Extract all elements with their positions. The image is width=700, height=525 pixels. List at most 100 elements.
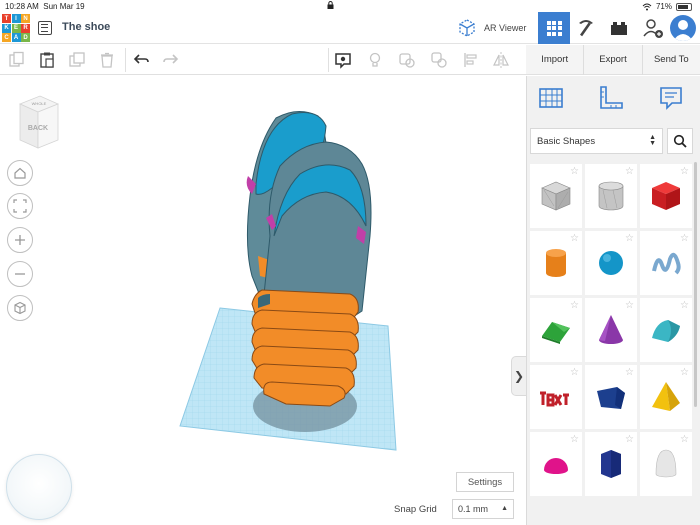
round-roof-icon [652, 320, 680, 342]
align-icon [464, 53, 477, 67]
status-time-date: 10:28 AM Sun Mar 19 [5, 2, 85, 11]
undo-button[interactable] [132, 51, 150, 69]
perspective-button[interactable] [7, 295, 33, 321]
settings-button[interactable]: Settings [456, 472, 514, 492]
shape-sphere[interactable]: ☆ [585, 231, 637, 295]
panel-toggle-button[interactable]: ❯ [511, 356, 526, 396]
shape-grid: ☆ ☆ ☆ ☆ ☆ ☆ ☆ ☆ ☆ ☆ ☆ ☆ ☆ ☆ ☆ [530, 164, 693, 496]
text-shape-icon [540, 391, 569, 407]
favorite-star-icon[interactable]: ☆ [625, 300, 634, 311]
ungroup-button[interactable] [430, 51, 448, 69]
ruler-icon[interactable] [597, 84, 625, 112]
plus-icon [15, 235, 25, 245]
favorite-star-icon[interactable]: ☆ [570, 233, 579, 244]
duplicate-icon [69, 52, 85, 67]
favorite-star-icon[interactable]: ☆ [570, 300, 579, 311]
design-menu-icon[interactable] [38, 21, 52, 35]
bricks-icon[interactable] [606, 16, 632, 40]
workplane-canvas[interactable]: WHOLE BACK Settings Snap Grid 0.1 mm ▲ ❯ [0, 76, 526, 525]
user-icon [673, 20, 693, 41]
search-icon [673, 134, 687, 148]
redo-button[interactable] [162, 51, 180, 69]
favorite-star-icon[interactable]: ☆ [680, 300, 689, 311]
notes-panel-icon[interactable] [657, 84, 685, 112]
favorite-star-icon[interactable]: ☆ [680, 166, 689, 177]
viewcube-top-label: WHOLE [32, 101, 47, 106]
pickaxe-icon[interactable] [574, 16, 598, 40]
shape-category-select[interactable]: Basic Shapes ▲ ▼ [530, 128, 663, 154]
shape-wedge[interactable]: ☆ [585, 365, 637, 429]
design-title[interactable]: The shoe [62, 21, 110, 33]
view-cube[interactable]: WHOLE BACK [16, 94, 62, 150]
paste-icon [40, 52, 54, 68]
fit-view-button[interactable] [7, 193, 33, 219]
shape-polygon[interactable]: ☆ [585, 432, 637, 496]
roof-icon [542, 322, 570, 344]
shape-category-value: Basic Shapes [537, 135, 596, 147]
shape-box[interactable]: ☆ [640, 164, 692, 228]
favorite-star-icon[interactable]: ☆ [625, 233, 634, 244]
toolbar-divider [328, 48, 329, 72]
zoom-out-button[interactable] [7, 261, 33, 287]
half-sphere-icon [544, 458, 568, 474]
favorite-star-icon[interactable]: ☆ [625, 166, 634, 177]
zoom-in-button[interactable] [7, 227, 33, 253]
favorite-star-icon[interactable]: ☆ [570, 367, 579, 378]
trash-icon [101, 52, 113, 68]
favorite-star-icon[interactable]: ☆ [625, 434, 634, 445]
group-icon [399, 53, 415, 68]
favorite-star-icon[interactable]: ☆ [680, 367, 689, 378]
status-right: 71% [642, 2, 692, 11]
shape-pyramid[interactable]: ☆ [640, 365, 692, 429]
fit-icon [13, 199, 27, 213]
light-button[interactable] [366, 51, 384, 69]
undo-icon [133, 54, 149, 64]
delete-button[interactable] [98, 51, 116, 69]
shape-half-sphere[interactable]: ☆ [530, 432, 582, 496]
favorite-star-icon[interactable]: ☆ [680, 434, 689, 445]
favorite-star-icon[interactable]: ☆ [570, 434, 579, 445]
shape-text[interactable]: ☆ [530, 365, 582, 429]
shape-round-roof[interactable]: ☆ [640, 298, 692, 362]
export-button[interactable]: Export [583, 44, 641, 75]
shape-search-button[interactable] [667, 128, 693, 154]
shape-cone[interactable]: ☆ [585, 298, 637, 362]
user-avatar[interactable] [670, 15, 696, 41]
notes-button[interactable] [334, 51, 352, 69]
snap-grid-label: Snap Grid [394, 504, 437, 515]
workplane-icon[interactable] [537, 84, 565, 112]
shape-roof[interactable]: ☆ [530, 298, 582, 362]
3d-design-view-button[interactable] [538, 12, 570, 44]
action-bar: Import Export Send To [526, 44, 700, 75]
favorite-star-icon[interactable]: ☆ [570, 166, 579, 177]
paste-button[interactable] [38, 51, 56, 69]
send-to-button[interactable]: Send To [641, 44, 700, 75]
shape-box-hole[interactable]: ☆ [530, 164, 582, 228]
panel-scrollbar[interactable] [694, 162, 697, 407]
chevron-right-icon: ❯ [513, 369, 525, 383]
align-button[interactable] [462, 51, 480, 69]
battery-icon [676, 2, 692, 11]
snap-grid-value: 0.1 mm [458, 504, 489, 514]
add-user-icon[interactable] [641, 16, 665, 40]
snap-grid-select[interactable]: 0.1 mm ▲ [452, 499, 514, 519]
3d-scene [179, 111, 397, 451]
shape-paraboloid[interactable]: ☆ [640, 432, 692, 496]
shape-scribble[interactable]: ☆ [640, 231, 692, 295]
copy-button[interactable] [8, 51, 26, 69]
group-button[interactable] [398, 51, 416, 69]
home-view-button[interactable] [7, 160, 33, 186]
box-hole-icon [541, 181, 571, 211]
minus-icon [15, 273, 25, 275]
favorite-star-icon[interactable]: ☆ [625, 367, 634, 378]
viewcube-back-label: BACK [28, 125, 48, 132]
ar-viewer-button[interactable]: AR Viewer [456, 15, 534, 41]
favorite-star-icon[interactable]: ☆ [680, 233, 689, 244]
mirror-button[interactable] [492, 51, 510, 69]
navigation-joystick[interactable] [6, 454, 72, 520]
duplicate-button[interactable] [68, 51, 86, 69]
shape-cylinder[interactable]: ☆ [530, 231, 582, 295]
import-button[interactable]: Import [526, 45, 583, 75]
shape-cylinder-hole[interactable]: ☆ [585, 164, 637, 228]
tinkercad-logo[interactable]: T I N K E R C A D [2, 14, 30, 42]
